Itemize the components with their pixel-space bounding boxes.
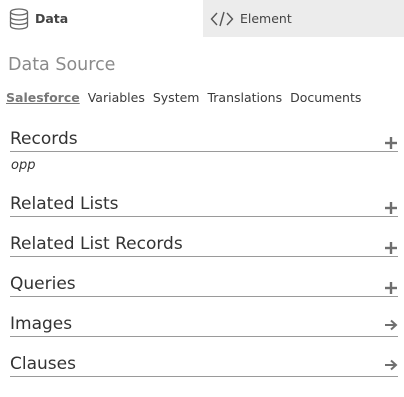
tab-bar: Data Element <box>0 0 404 37</box>
record-item[interactable]: opp <box>11 158 35 173</box>
section-images-label: Images <box>10 314 73 334</box>
database-icon <box>9 7 29 30</box>
code-icon <box>210 11 234 27</box>
section-clauses-label: Clauses <box>10 354 76 374</box>
section-queries-label: Queries <box>10 274 76 294</box>
plus-icon[interactable] <box>384 135 398 149</box>
subtab-variables[interactable]: Variables <box>88 90 145 105</box>
tab-data-label: Data <box>35 11 69 26</box>
section-records[interactable]: Records <box>10 124 398 152</box>
plus-icon[interactable] <box>384 200 398 214</box>
tab-element[interactable]: Element <box>203 0 404 37</box>
subtab-salesforce[interactable]: Salesforce <box>6 90 80 105</box>
subtab-documents[interactable]: Documents <box>290 90 361 105</box>
data-panel: Data Element Data Source Salesforce Vari… <box>0 0 404 397</box>
section-related-lists[interactable]: Related Lists <box>10 189 398 217</box>
subtab-translations[interactable]: Translations <box>207 90 282 105</box>
section-related-lists-label: Related Lists <box>10 194 119 214</box>
data-source-title: Data Source <box>8 55 116 75</box>
section-clauses[interactable]: Clauses <box>10 349 398 377</box>
plus-icon[interactable] <box>384 280 398 294</box>
subtab-system[interactable]: System <box>153 90 200 105</box>
section-images[interactable]: Images <box>10 309 398 337</box>
data-source-subtabs: Salesforce Variables System Translations… <box>6 90 361 105</box>
tab-data[interactable]: Data <box>0 0 203 37</box>
section-related-list-records[interactable]: Related List Records <box>10 229 398 257</box>
arrow-right-icon[interactable] <box>384 357 398 371</box>
tab-element-label: Element <box>240 11 292 26</box>
section-related-list-records-label: Related List Records <box>10 234 183 254</box>
plus-icon[interactable] <box>384 240 398 254</box>
arrow-right-icon[interactable] <box>384 317 398 331</box>
section-queries[interactable]: Queries <box>10 269 398 297</box>
section-records-label: Records <box>10 129 78 149</box>
